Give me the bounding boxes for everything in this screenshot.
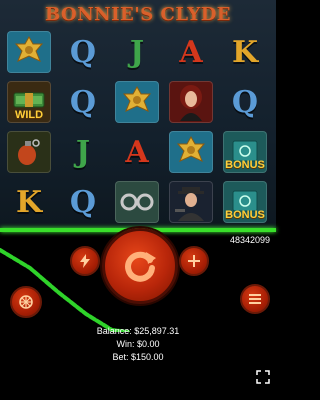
reel-symbol-j: J: [75, 134, 91, 170]
grenade-icon: [7, 131, 51, 173]
spin-icon: [125, 251, 156, 282]
reel-symbol-sheriff-badge: [6, 30, 52, 74]
reel-symbol-k: K: [15, 184, 43, 220]
game-title: BONNIE'S CLYDE: [44, 4, 232, 25]
fullscreen-icon: [256, 370, 270, 384]
handcuffs-icon: [115, 181, 159, 223]
reel-symbol-a: A: [125, 134, 149, 170]
control-panel: 48342099 Balance: $25,897.31 Win: $0.00 …: [0, 228, 276, 400]
reel-symbol-q: Q: [69, 184, 97, 220]
reel-symbol-sheriff-badge: [114, 80, 160, 124]
autoplay-button[interactable]: [10, 286, 42, 318]
reel-symbol-k: K: [231, 34, 259, 70]
balance-text: Balance: $25,897.31: [96, 326, 180, 336]
reel-symbol-grenade: [6, 130, 52, 174]
sheriff-badge-icon: [169, 131, 213, 173]
menu-button[interactable]: [240, 284, 270, 314]
wheel-icon: [19, 295, 33, 309]
reel-symbol-gangster: [168, 180, 214, 224]
win-text: Win: $0.00: [116, 339, 160, 349]
reel-symbol-wild: WILD: [6, 80, 52, 124]
reel-symbol-bonus: BONUS: [222, 180, 268, 224]
game-area: BONNIE'S CLYDE Q J A K WILD Q Q J A BONU…: [0, 0, 276, 228]
menu-icon: [249, 294, 261, 304]
gangster-icon: [169, 181, 213, 223]
spin-button[interactable]: [102, 228, 178, 304]
reel-symbol-a: A: [179, 34, 203, 70]
plus-icon: [188, 255, 200, 267]
reel-symbol-q: Q: [69, 34, 97, 70]
fullscreen-button[interactable]: [256, 370, 270, 384]
woman-portrait-icon: [169, 81, 213, 123]
reel-symbol-woman: [168, 80, 214, 124]
lightning-icon: [80, 254, 90, 268]
bet-increase-button[interactable]: [179, 246, 209, 276]
game-id: 48342099: [229, 235, 270, 245]
safe-icon: BONUS: [223, 131, 267, 173]
sheriff-badge-icon: [7, 31, 51, 73]
reel-symbol-j: J: [129, 34, 145, 70]
reel-symbol-handcuffs: [114, 180, 160, 224]
reel-symbol-q: Q: [69, 84, 97, 120]
reel-symbol-q: Q: [231, 84, 259, 120]
safe-icon: BONUS: [223, 181, 267, 223]
reel-symbol-sheriff-badge: [168, 130, 214, 174]
bet-text: Bet: $150.00: [112, 352, 164, 362]
reel-grid: Q J A K WILD Q Q J A BONUS K Q BONUS: [6, 30, 270, 224]
money-stack-icon: WILD: [7, 81, 51, 123]
reel-symbol-bonus: BONUS: [222, 130, 268, 174]
sheriff-badge-icon: [115, 81, 159, 123]
turbo-button[interactable]: [70, 246, 100, 276]
